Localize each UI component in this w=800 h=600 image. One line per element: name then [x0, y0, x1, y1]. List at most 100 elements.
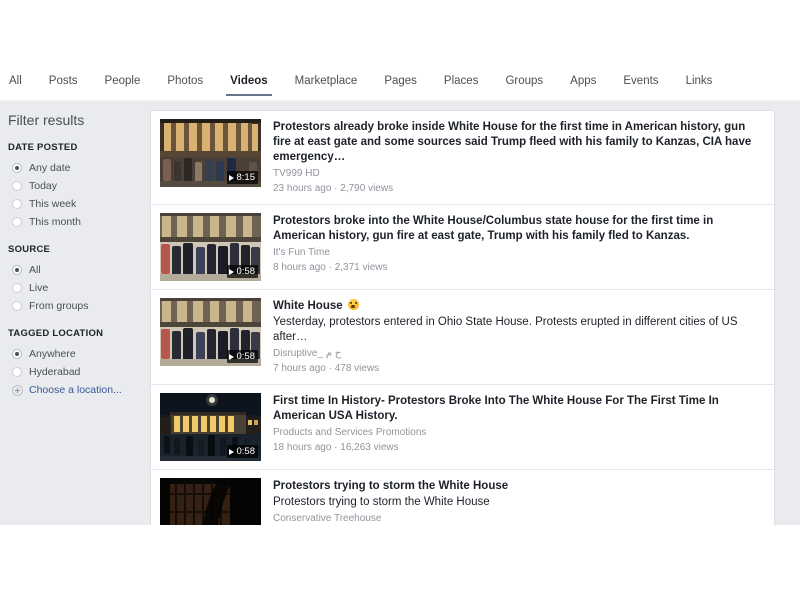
filter-group-heading: TAGGED LOCATION [8, 328, 104, 339]
video-result-row[interactable]: 8:15 Protestors already broke inside Whit… [151, 111, 774, 205]
video-duration-text: 0:58 [236, 266, 256, 277]
video-result-row[interactable]: 0:58 Protestors broke into the White Hous… [151, 205, 774, 290]
choose-a-location-link[interactable]: Choose a location... [29, 384, 122, 397]
video-timestamp: 7 hours ago [273, 363, 326, 374]
filter-option-label: All [29, 263, 41, 276]
video-title-text: Protestors already broke inside White Ho… [273, 121, 752, 163]
tab-links[interactable]: Links [686, 72, 713, 96]
tab-posts[interactable]: Posts [49, 72, 78, 96]
video-thumbnail[interactable]: 0:58 [160, 393, 261, 461]
video-description: Protestors trying to storm the White Hou… [273, 496, 490, 508]
radio-unchecked-icon[interactable] [12, 199, 22, 209]
video-result-info: Protestors already broke inside White Ho… [273, 119, 764, 196]
video-result-row[interactable]: 0:58 White House Yesterday, protestors en… [151, 290, 774, 385]
shocked-face-emoji-icon [347, 299, 359, 310]
search-results-page: All Posts People Photos Videos Marketplace Pag… [0, 0, 800, 600]
video-title[interactable]: Protestors already broke inside White Ho… [273, 120, 764, 165]
filter-option-label: Hyderabad [29, 365, 81, 378]
tab-places[interactable]: Places [444, 72, 479, 96]
video-title[interactable]: Protestors broke into the White House/Co… [273, 214, 764, 244]
video-author[interactable]: Conservative Treehouse [273, 512, 764, 526]
filter-option-label: Anywhere [29, 347, 76, 360]
video-view-count: 2,371 views [334, 262, 388, 273]
video-author[interactable]: TV999 HD [273, 167, 764, 181]
choose-a-location-row[interactable]: Choose a location... [8, 381, 138, 399]
video-meta: 8 hours ago · 2,371 views [273, 261, 764, 275]
video-title-text: First time In History- Protestors Broke … [273, 395, 719, 422]
radio-unchecked-icon[interactable] [12, 301, 22, 311]
meta-separator: · [331, 183, 341, 194]
filter-results-title: Filter results [8, 112, 85, 128]
filter-option-today[interactable]: Today [8, 177, 138, 195]
radio-unchecked-icon[interactable] [12, 217, 22, 227]
filter-group-source: SOURCE All Live From groups [8, 244, 138, 315]
tab-all[interactable]: All [9, 72, 22, 96]
video-title-text: White House [273, 300, 343, 312]
video-view-count: 16,263 views [340, 442, 399, 453]
video-thumbnail[interactable]: 8:15 [160, 119, 261, 187]
tab-apps[interactable]: Apps [570, 72, 596, 96]
tab-groups[interactable]: Groups [505, 72, 543, 96]
filter-option-this-week[interactable]: This week [8, 195, 138, 213]
video-thumbnail[interactable]: 0:58 [160, 213, 261, 281]
video-title-text: Protestors trying to storm the White Hou… [273, 480, 509, 492]
tab-people[interactable]: People [105, 72, 141, 96]
filter-group-date-posted: DATE POSTED Any date Today This week This mo… [8, 142, 138, 231]
filter-group-heading: DATE POSTED [8, 142, 78, 153]
video-title[interactable]: First time In History- Protestors Broke … [273, 394, 764, 424]
search-filter-tabbar: All Posts People Photos Videos Marketplace Pag… [0, 72, 800, 100]
radio-unchecked-icon[interactable] [12, 181, 22, 191]
video-meta: 7 hours ago · 478 views [273, 362, 764, 376]
video-duration-text: 0:58 [236, 446, 256, 457]
video-result-row[interactable]: 0:58 First time In History- Protestors Br… [151, 385, 774, 470]
video-meta: 23 hours ago · 2,790 views [273, 182, 764, 196]
radio-unchecked-icon[interactable] [12, 283, 22, 293]
filter-group-tagged-location: TAGGED LOCATION Anywhere Hyderabad Choose a… [8, 328, 138, 399]
filter-option-all[interactable]: All [8, 261, 138, 279]
filter-option-any-date[interactable]: Any date [8, 159, 138, 177]
filter-option-from-groups[interactable]: From groups [8, 297, 138, 315]
meta-separator: · [325, 262, 335, 273]
video-duration-text: 8:15 [236, 172, 256, 183]
video-view-count: 478 views [334, 363, 380, 374]
tab-pages[interactable]: Pages [384, 72, 417, 96]
filter-option-live[interactable]: Live [8, 279, 138, 297]
video-title[interactable]: Protestors trying to storm the White Hou… [273, 479, 764, 494]
radio-checked-icon[interactable] [12, 265, 22, 275]
tab-marketplace[interactable]: Marketplace [295, 72, 358, 96]
video-timestamp: 23 hours ago [273, 183, 332, 194]
filter-option-hyderabad[interactable]: Hyderabad [8, 363, 138, 381]
video-author[interactable]: It's Fun Time [273, 246, 764, 260]
filter-option-anywhere[interactable]: Anywhere [8, 345, 138, 363]
video-result-info: First time In History- Protestors Broke … [273, 393, 764, 461]
video-view-count: 2,790 views [340, 183, 394, 194]
tab-videos[interactable]: Videos [226, 72, 272, 96]
plus-circle-icon[interactable] [12, 384, 23, 396]
video-results-card: 8:15 Protestors already broke inside Whit… [150, 110, 775, 555]
filter-sidebar: Filter results DATE POSTED Any date Today T… [0, 101, 138, 525]
filter-option-this-month[interactable]: This month [8, 213, 138, 231]
meta-separator: · [325, 363, 335, 374]
radio-checked-icon[interactable] [12, 163, 22, 173]
video-author[interactable]: Products and Services Promotions [273, 426, 764, 440]
radio-unchecked-icon[interactable] [12, 367, 22, 377]
play-icon [228, 353, 234, 360]
video-result-info: White House Yesterday, protestors entere… [273, 298, 764, 376]
filter-option-label: This week [29, 197, 77, 210]
video-timestamp: 8 hours ago [273, 262, 326, 273]
video-thumbnail[interactable]: 0:58 [160, 298, 261, 366]
video-title-text: Protestors broke into the White House/Co… [273, 215, 714, 242]
meta-separator: · [331, 442, 341, 453]
radio-checked-icon[interactable] [12, 349, 22, 359]
video-author[interactable]: Disruptive_ ح م [273, 347, 764, 361]
video-meta: 18 hours ago · 16,263 views [273, 441, 764, 455]
filter-option-label: Any date [29, 161, 71, 174]
video-title[interactable]: White House [273, 299, 764, 314]
tab-photos[interactable]: Photos [167, 72, 203, 96]
tab-events[interactable]: Events [623, 72, 658, 96]
filter-group-heading: SOURCE [8, 244, 51, 255]
page-bottom-whitespace [0, 525, 800, 600]
video-duration-badge: 0:58 [226, 445, 258, 458]
video-description: Yesterday, protestors entered in Ohio St… [273, 316, 738, 343]
filter-option-label: Live [29, 281, 49, 294]
